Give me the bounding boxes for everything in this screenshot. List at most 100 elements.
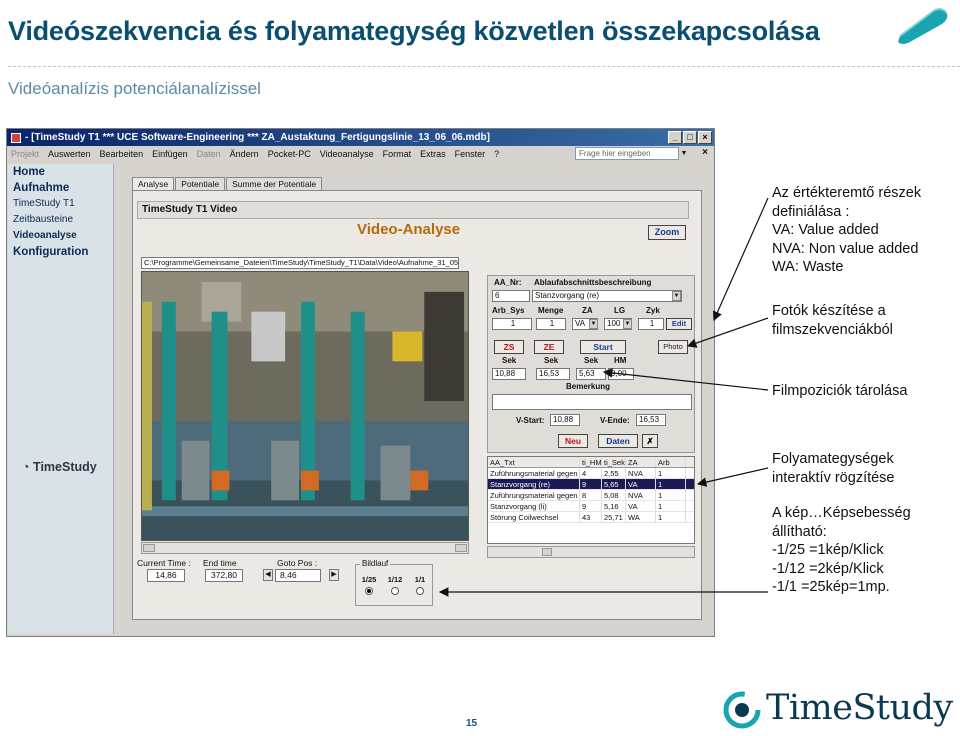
close-icon[interactable]: × xyxy=(698,131,712,144)
menu-fenster[interactable]: Fenster xyxy=(455,149,486,159)
menu-format[interactable]: Format xyxy=(383,149,412,159)
current-time-field[interactable]: 14,86 xyxy=(147,569,185,582)
grid-scrollbar[interactable] xyxy=(487,546,695,558)
tab-analyse[interactable]: Analyse xyxy=(132,177,175,190)
radio-icon[interactable] xyxy=(391,587,399,595)
bildlauf-option-1-1[interactable]: 1/1 xyxy=(409,575,431,595)
tab-summe-potentiale[interactable]: Summe der Potentiale xyxy=(226,177,323,190)
bemerkung-field[interactable] xyxy=(492,394,692,410)
sek-end-field[interactable]: 16,53 xyxy=(536,368,570,380)
radio-icon[interactable] xyxy=(416,587,424,595)
goto-pos-field[interactable]: 8,46 xyxy=(275,569,321,582)
chevron-down-icon[interactable]: ▼ xyxy=(672,291,681,301)
grid-header: AA_Txt ti_HM ti_Sek ZA Arb xyxy=(488,457,694,468)
menu-auswerten[interactable]: Auswerten xyxy=(48,149,91,159)
menu-daten[interactable]: Daten xyxy=(197,149,221,159)
minimize-icon[interactable]: _ xyxy=(668,131,682,144)
table-cell: 1 xyxy=(656,490,686,500)
ze-button[interactable]: ZE xyxy=(534,340,564,354)
menu-projekt[interactable]: Projekt xyxy=(11,149,39,159)
v-ende-label: V-Ende: xyxy=(600,416,630,425)
hm-field[interactable]: 9,00 xyxy=(608,368,634,380)
menu-videoanalyse[interactable]: Videoanalyse xyxy=(320,149,374,159)
end-time-field[interactable]: 372,80 xyxy=(205,569,243,582)
menu-extras[interactable]: Extras xyxy=(420,149,446,159)
sidebar-item-timestudy-t1[interactable]: TimeStudy T1 xyxy=(8,196,113,212)
menu-einfuegen[interactable]: Einfügen xyxy=(152,149,188,159)
bildlauf-option-1-12[interactable]: 1/12 xyxy=(384,575,406,595)
sidebar-logo: ◔ TimeStudy xyxy=(22,460,97,474)
scroll-left-icon[interactable] xyxy=(143,544,155,552)
radio-icon[interactable] xyxy=(365,587,373,595)
description-field[interactable]: Stanzvorgang (re) xyxy=(532,290,682,302)
menu-pocket-pc[interactable]: Pocket-PC xyxy=(268,149,311,159)
video-frame[interactable] xyxy=(141,271,469,541)
sidebar-item-videoanalyse[interactable]: Videoanalyse xyxy=(8,228,113,244)
sidebar-item-home[interactable]: Home xyxy=(8,164,113,180)
close-document-icon[interactable]: × xyxy=(702,147,708,158)
sek-start-label: Sek xyxy=(502,356,517,365)
sidebar: Home Aufnahme TimeStudy T1 Zeitbausteine… xyxy=(8,164,114,634)
daten-button[interactable]: Daten xyxy=(598,434,638,448)
aa-nr-field[interactable]: 6 xyxy=(492,290,530,302)
col-header[interactable]: AA_Txt xyxy=(488,457,580,467)
photo-button[interactable]: Photo xyxy=(658,340,688,354)
arb-sys-field[interactable]: 1 xyxy=(492,318,532,330)
start-button[interactable]: Start xyxy=(580,340,626,354)
zs-button[interactable]: ZS xyxy=(494,340,524,354)
sidebar-item-aufnahme[interactable]: Aufnahme xyxy=(8,180,113,196)
table-cell: 1 xyxy=(656,479,686,489)
step-back-icon[interactable]: ◀ xyxy=(263,569,273,581)
menu-bearbeiten[interactable]: Bearbeiten xyxy=(100,149,144,159)
chevron-down-icon[interactable]: ▼ xyxy=(679,147,689,160)
chevron-down-icon[interactable]: ▼ xyxy=(623,319,632,329)
chevron-down-icon[interactable]: ▼ xyxy=(589,319,598,329)
goto-pos-label: Goto Pos : xyxy=(277,558,318,568)
tab-potentiale[interactable]: Potentiale xyxy=(175,177,226,190)
menu-help[interactable]: ? xyxy=(494,149,499,159)
zyk-field[interactable]: 1 xyxy=(638,318,664,330)
menge-field[interactable]: 1 xyxy=(536,318,566,330)
analysis-form: TimeStudy T1 Video Video-Analyse Zoom C:… xyxy=(132,190,702,620)
col-header[interactable]: Arb xyxy=(656,457,686,467)
end-time-label: End time xyxy=(203,558,237,568)
form-title: TimeStudy T1 Video xyxy=(137,201,689,219)
scroll-right-icon[interactable] xyxy=(455,544,467,552)
table-row-selected[interactable]: Stanzvorgang (re) 9 5,65 VA 1 xyxy=(488,479,694,490)
sidebar-item-konfiguration[interactable]: Konfiguration xyxy=(8,244,113,260)
header-divider xyxy=(8,66,960,67)
col-header[interactable]: ti_HM xyxy=(580,457,602,467)
neu-button[interactable]: Neu xyxy=(558,434,588,448)
video-path-field[interactable]: C:\Programme\Gemeinsame_Dateien\TimeStud… xyxy=(141,257,459,269)
table-row[interactable]: Störung Coilwechsel 43 25,71 WA 1 xyxy=(488,512,694,523)
table-row[interactable]: Zuführungsmaterial gegen r 4 2,55 NVA 1 xyxy=(488,468,694,479)
app-window: - [TimeStudy T1 *** UCE Software-Enginee… xyxy=(6,128,715,637)
table-cell: 8 xyxy=(580,490,602,500)
annotation-line: A kép…Képsebesség xyxy=(772,505,911,521)
video-analyse-title: Video-Analyse xyxy=(357,221,461,238)
v-ende-field[interactable]: 16,53 xyxy=(636,414,666,426)
table-row[interactable]: Stanzvorgang (li) 9 5,16 VA 1 xyxy=(488,501,694,512)
v-start-field[interactable]: 10,88 xyxy=(550,414,580,426)
edit-button[interactable]: Edit xyxy=(666,318,692,330)
pencil-icon xyxy=(898,8,948,44)
maximize-icon[interactable]: □ xyxy=(683,131,697,144)
sidebar-item-zeitbausteine[interactable]: Zeitbausteine xyxy=(8,212,113,228)
sek-start-field[interactable]: 10,88 xyxy=(492,368,526,380)
col-header[interactable]: ti_Sek xyxy=(602,457,626,467)
scroll-thumb[interactable] xyxy=(542,548,552,556)
help-search-input[interactable]: Frage hier eingeben xyxy=(575,147,679,160)
page-number: 15 xyxy=(466,718,478,729)
bildlauf-option-1-25[interactable]: 1/25 xyxy=(358,575,380,595)
video-scrollbar[interactable] xyxy=(141,542,469,554)
annotation-line: állítható: xyxy=(772,523,827,540)
annotation-line: -1/12 =2kép/Klick xyxy=(772,560,884,577)
zoom-button[interactable]: Zoom xyxy=(648,225,686,240)
annotation-photos: Fotók készítése a filmszekvenciákból xyxy=(772,302,893,339)
col-header[interactable]: ZA xyxy=(626,457,656,467)
delete-icon[interactable]: ✗ xyxy=(642,434,658,448)
sek-duration-field[interactable]: 5,63 xyxy=(576,368,606,380)
table-row[interactable]: Zuführungsmaterial gegen r 8 5,08 NVA 1 xyxy=(488,490,694,501)
step-forward-icon[interactable]: ▶ xyxy=(329,569,339,581)
menu-aendern[interactable]: Ändern xyxy=(230,149,259,159)
